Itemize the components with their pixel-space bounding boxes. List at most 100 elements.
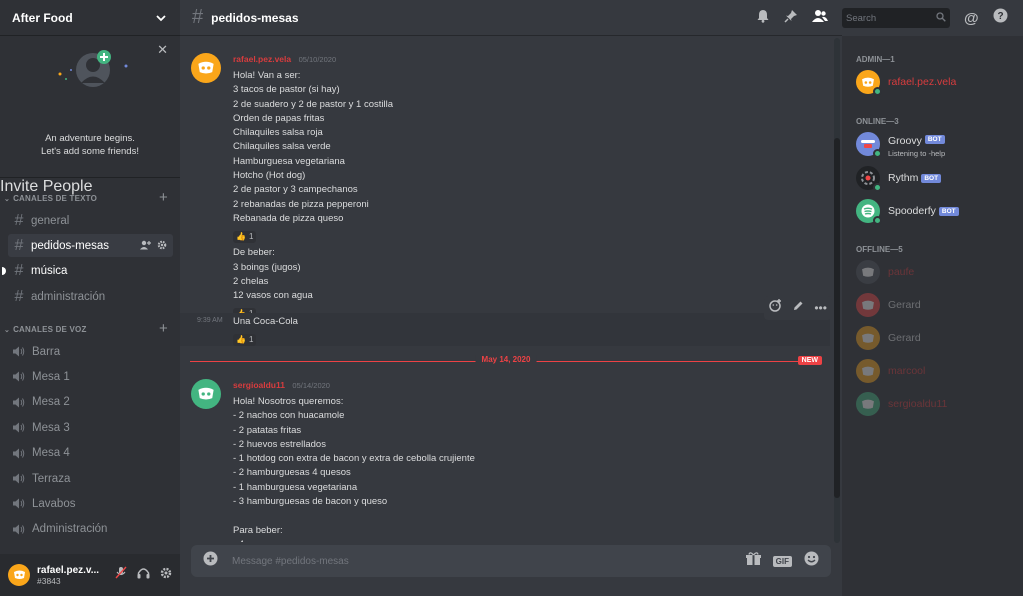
avatar — [856, 359, 880, 383]
message-actions-bar: ••• — [764, 296, 832, 320]
chevron-down-icon[interactable] — [154, 11, 168, 25]
avatar — [856, 326, 880, 350]
author-name[interactable]: sergioaldu11 — [233, 380, 285, 390]
channel-header: # pedidos-mesas — [180, 0, 842, 36]
speaker-icon — [13, 371, 25, 382]
more-options-icon[interactable]: ••• — [814, 301, 827, 315]
author-avatar[interactable] — [191, 53, 221, 83]
text-channels-category[interactable]: ⌄ CANALES DE TEXTO + — [4, 189, 170, 206]
message-line: 3 tacos de pastor (si hay) — [233, 84, 340, 96]
speaker-icon — [13, 448, 25, 459]
gif-icon[interactable]: GIF — [772, 555, 792, 567]
add-member-icon[interactable] — [140, 240, 151, 252]
add-channel-icon[interactable]: + — [159, 320, 168, 337]
voice-channel[interactable]: Mesa 1 — [8, 365, 173, 388]
message-text: Una Coca-Cola — [233, 316, 298, 327]
locked-speaker-icon — [13, 524, 25, 535]
add-reaction-icon[interactable] — [769, 299, 782, 317]
username: rafael.pez.v... — [37, 564, 100, 576]
close-icon[interactable]: ✕ — [157, 42, 168, 58]
reaction-thumbs-up[interactable]: 👍1 — [233, 333, 257, 346]
member-list-icon[interactable] — [812, 9, 828, 28]
help-icon[interactable]: ? — [993, 8, 1008, 28]
reaction-thumbs-up[interactable]: 👍1 — [233, 230, 257, 243]
mute-microphone-icon[interactable] — [115, 566, 127, 584]
message-line: 2 de pastor y 3 campechanos — [233, 184, 358, 196]
message-line: Orden de papas fritas — [233, 112, 325, 124]
voice-channel-label: Mesa 1 — [32, 370, 70, 383]
voice-channel[interactable]: Lavabos — [8, 492, 173, 515]
member-item[interactable]: Rythm BOT — [856, 164, 1016, 192]
channel-administracion[interactable]: # administración — [8, 285, 173, 308]
member-item[interactable]: Gerard — [856, 324, 1016, 352]
channel-pedidos-mesas[interactable]: # pedidos-mesas — [8, 234, 173, 257]
voice-channel-label: Mesa 2 — [32, 396, 70, 409]
edit-pencil-icon[interactable] — [792, 299, 804, 317]
member-item[interactable]: paufe — [856, 258, 1016, 286]
member-name: Groovy — [888, 134, 922, 147]
member-item[interactable]: Groovy BOT Listening to -help — [856, 130, 1016, 158]
user-discriminator: #3843 — [37, 575, 61, 586]
member-activity: Listening to -help — [888, 148, 946, 158]
user-settings-gear-icon[interactable] — [160, 566, 172, 584]
category-label: CANALES DE VOZ — [13, 325, 87, 334]
search-icon — [936, 11, 946, 25]
message-timestamp: 9:39 AM — [197, 317, 223, 324]
voice-channel[interactable]: Administración — [8, 518, 173, 541]
pin-icon[interactable] — [784, 9, 798, 28]
voice-channel[interactable]: Mesa 2 — [8, 391, 173, 414]
online-status — [873, 183, 882, 192]
speaker-icon — [13, 397, 25, 408]
voice-channel[interactable]: Barra — [8, 340, 173, 363]
voice-channel[interactable]: Terraza — [8, 467, 173, 490]
avatar — [856, 293, 880, 317]
add-channel-icon[interactable]: + — [159, 189, 168, 206]
member-item[interactable]: sergioaldu11 — [856, 390, 1016, 418]
author-avatar[interactable] — [191, 379, 221, 409]
bot-badge: BOT — [924, 134, 945, 144]
message-input[interactable] — [232, 555, 746, 567]
message-timestamp: 05/14/2020 — [292, 381, 330, 390]
voice-channel[interactable]: Mesa 3 — [8, 416, 173, 439]
reaction-count: 1 — [248, 232, 254, 242]
emoji-icon[interactable] — [804, 551, 819, 571]
online-status — [873, 216, 882, 225]
headphones-icon[interactable] — [137, 566, 150, 584]
add-attachment-icon[interactable] — [203, 551, 218, 571]
avatar[interactable] — [8, 564, 30, 586]
speaker-icon — [13, 498, 25, 509]
channel-general[interactable]: # general — [8, 209, 173, 232]
message-line: - 1 hamburguesa vegetariana — [233, 481, 358, 493]
mention-icon[interactable]: @ — [964, 10, 979, 27]
channel-label: general — [31, 214, 70, 227]
avatar — [856, 199, 882, 225]
followup-message: 9:39 AM Una Coca-Cola 👍 1 — [180, 313, 830, 346]
author-name[interactable]: rafael.pez.vela — [233, 54, 291, 64]
message-line: 2 de suadero y 2 de pastor y 1 costilla — [233, 98, 394, 110]
svg-text:?: ? — [997, 11, 1003, 22]
channel-label: pedidos-mesas — [31, 239, 109, 252]
bell-icon[interactable] — [756, 9, 770, 28]
channel-musica[interactable]: # música — [2, 259, 173, 282]
guild-header[interactable]: After Food — [0, 0, 180, 36]
message-line: Hola! Van a ser: — [233, 70, 301, 81]
member-name: Spooderfy — [888, 205, 936, 217]
channel-label: música — [31, 264, 68, 277]
member-item[interactable]: Spooderfy BOT — [856, 197, 1016, 225]
member-name: paufe — [888, 266, 915, 278]
gift-icon[interactable] — [745, 551, 761, 571]
member-item[interactable]: marcool — [856, 357, 1016, 385]
scrollbar[interactable] — [834, 38, 840, 543]
member-item[interactable]: Gerard — [856, 291, 1016, 319]
speaker-icon — [13, 346, 25, 357]
user-panel: rafael.pez.v... #3843 — [0, 554, 180, 596]
member-item[interactable]: rafael.pez.vela — [856, 68, 1016, 96]
voice-channels-category[interactable]: ⌄ CANALES DE VOZ + — [4, 320, 170, 337]
voice-channel[interactable]: Mesa 4 — [8, 442, 173, 465]
search-input[interactable]: Search — [842, 8, 950, 28]
channel-title: pedidos-mesas — [211, 10, 299, 25]
scrollbar-thumb[interactable] — [834, 138, 840, 498]
category-label: CANALES DE TEXTO — [13, 194, 98, 203]
gear-icon[interactable] — [157, 240, 167, 252]
adventure-illustration — [58, 50, 128, 87]
